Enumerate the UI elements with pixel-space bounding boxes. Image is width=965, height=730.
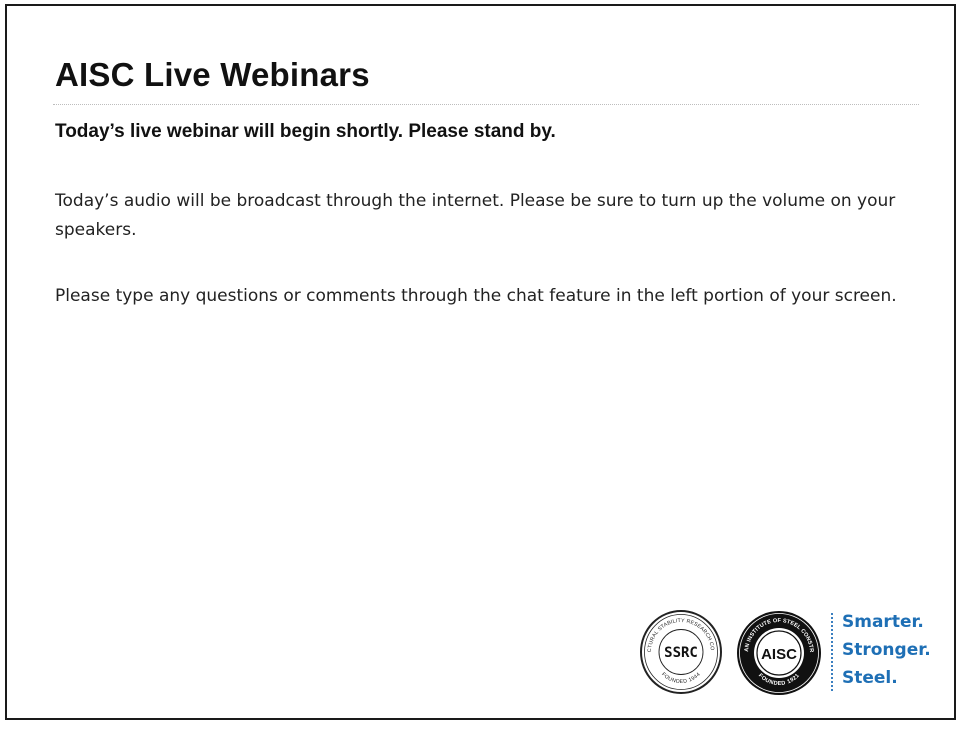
tagline-line-smarter: Smarter. [842, 612, 924, 632]
audio-instructions-paragraph: Today’s audio will be broadcast through … [55, 191, 896, 240]
ssrc-center-text: SSRC [664, 645, 698, 661]
aisc-seal-logo: AMERICAN INSTITUTE OF STEEL CONSTRUCTION… [735, 609, 821, 695]
tagline-divider [831, 613, 833, 691]
slide: AISC Live Webinars Today’s live webinar … [5, 4, 956, 720]
aisc-center-text: AISC [761, 646, 797, 663]
tagline-line-steel: Steel. [842, 668, 898, 688]
slide-subtitle: Today’s live webinar will begin shortly.… [55, 121, 556, 142]
slide-title: AISC Live Webinars [55, 56, 370, 93]
ssrc-seal-logo: STRUCTURAL STABILITY RESEARCH COUNCIL FO… [639, 609, 722, 694]
title-divider [53, 104, 919, 105]
chat-instructions-paragraph: Please type any questions or comments th… [55, 286, 897, 306]
logo-group: STRUCTURAL STABILITY RESEARCH COUNCIL FO… [639, 609, 949, 699]
tagline: Smarter. Stronger. Steel. [842, 608, 931, 692]
tagline-line-stronger: Stronger. [842, 640, 931, 660]
